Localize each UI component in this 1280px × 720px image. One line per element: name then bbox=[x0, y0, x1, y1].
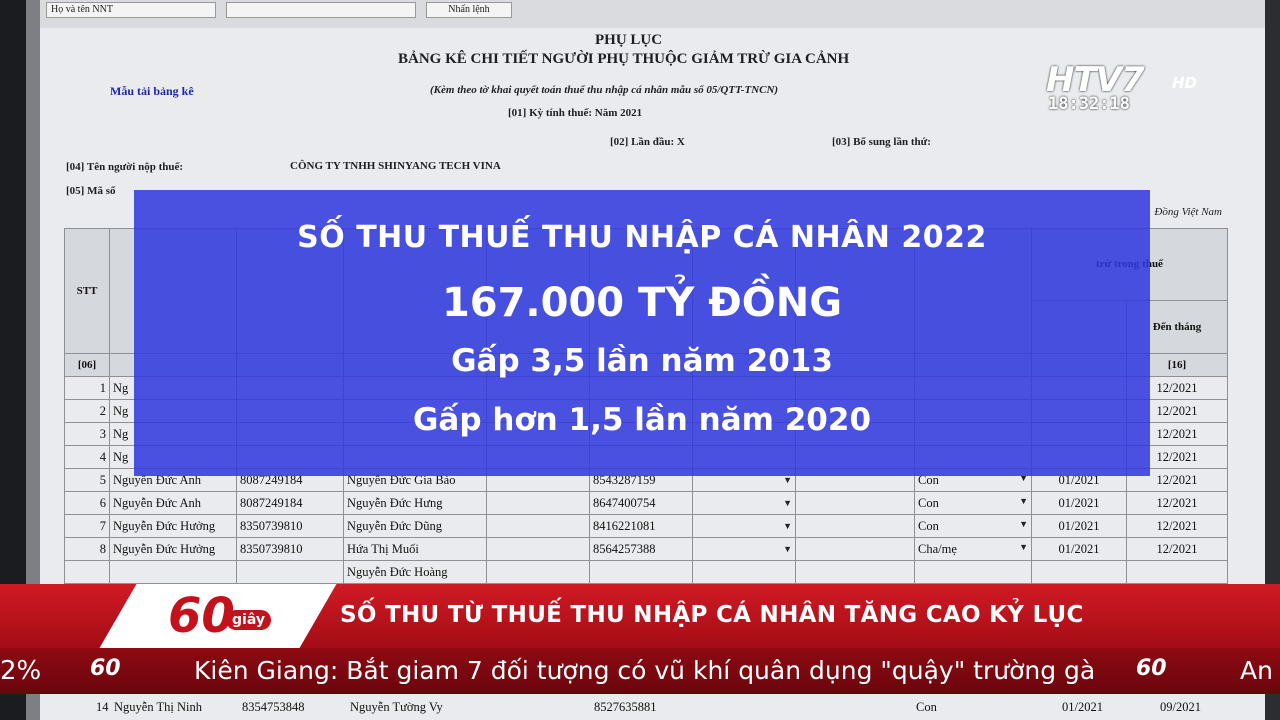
news-ticker: 2% 60 Kiên Giang: Bắt giam 7 đối tượng c… bbox=[0, 648, 1280, 694]
header-stt: STT bbox=[64, 228, 110, 354]
program-unit: giây bbox=[226, 610, 271, 630]
headline-overlay: SỐ THU THUẾ THU NHẬP CÁ NHÂN 2022 167.00… bbox=[134, 190, 1150, 476]
tax-period: [01] Kỳ tính thuế: Năm 2021 bbox=[508, 107, 643, 119]
relationship-select[interactable]: Cha/mẹ ▼ bbox=[914, 537, 1032, 561]
first-time-flag: [02] Lần đầu: X bbox=[610, 136, 685, 148]
dropdown-cell[interactable]: ▼ bbox=[692, 491, 796, 515]
dropdown-arrow-icon[interactable]: ▼ bbox=[783, 475, 792, 485]
ticker-text: Kiên Giang: Bắt giam 7 đối tượng có vũ k… bbox=[194, 656, 1096, 685]
tax-code-label: [05] Mã số bbox=[66, 185, 116, 197]
document-title: PHỤ LỤC bbox=[595, 32, 663, 48]
overlay-title: SỐ THU THUẾ THU NHẬP CÁ NHÂN 2022 bbox=[297, 220, 987, 255]
search-input[interactable] bbox=[226, 2, 416, 18]
ticker-prev-fragment: 2% bbox=[0, 656, 42, 686]
taxpayer-name: CÔNG TY TNHH SHINYANG TECH VINA bbox=[290, 160, 501, 172]
currency-label: Đồng Việt Nam bbox=[1154, 206, 1222, 218]
taxpayer-name-label: [04] Tên người nộp thuế: bbox=[66, 161, 184, 173]
dropdown-arrow-icon[interactable]: ▼ bbox=[783, 544, 792, 554]
dropdown-arrow-icon[interactable]: ▼ bbox=[783, 498, 792, 508]
dropdown-arrow-icon[interactable]: ▼ bbox=[1019, 496, 1028, 506]
program-logo-icon: 60 bbox=[168, 588, 235, 644]
dropdown-cell[interactable]: ▼ bbox=[692, 537, 796, 561]
taxpayer-select[interactable]: Họ và tên NNT bbox=[46, 2, 216, 18]
overlay-comparison-2020: Gấp hơn 1,5 lần năm 2020 bbox=[412, 402, 872, 438]
template-link[interactable]: Mẫu tải bảng kê bbox=[110, 84, 194, 99]
program-badge: 60 giây bbox=[99, 580, 337, 650]
news-headline: SỐ THU TỪ THUẾ THU NHẬP CÁ NHÂN TĂNG CAO… bbox=[340, 602, 1084, 628]
table-row-bottom: 14 Nguyễn Thị Ninh 8354753848 Nguyễn Tườ… bbox=[96, 700, 1201, 714]
dropdown-arrow-icon[interactable]: ▼ bbox=[1019, 519, 1028, 529]
ticker-next-fragment: An bbox=[1240, 656, 1273, 685]
table-row: 6 Nguyễn Đức Anh 8087249184 Nguyễn Đức Hưng… bbox=[64, 491, 1228, 515]
supplement-flag: [03] Bổ sung lần thứ: bbox=[832, 136, 931, 148]
document-toolbar bbox=[40, 0, 1270, 28]
dropdown-arrow-icon[interactable]: ▼ bbox=[1019, 542, 1028, 552]
ticker-logo-icon: 60 bbox=[90, 656, 121, 681]
overlay-amount: 167.000 TỶ ĐỒNG bbox=[441, 280, 843, 326]
document-subtitle: BẢNG KÊ CHI TIẾT NGƯỜI PHỤ THUỘC GIẢM TR… bbox=[398, 51, 850, 67]
dropdown-cell[interactable]: ▼ bbox=[692, 514, 796, 538]
ticker-logo-icon: 60 bbox=[1136, 656, 1167, 681]
attachment-note: (Kèm theo tờ khai quyết toán thuế thu nh… bbox=[430, 84, 779, 96]
submit-button[interactable]: Nhấn lệnh bbox=[426, 2, 512, 18]
table-row: 7 Nguyễn Đức Hưởng 8350739810 Nguyễn Đức Dũ… bbox=[64, 514, 1228, 538]
broadcast-clock: 18:32:18 bbox=[1048, 94, 1130, 114]
relationship-select[interactable]: Con ▼ bbox=[914, 491, 1032, 515]
table-row: 8 Nguyễn Đức Hưởng 8350739810 Hứa Thị Muối 8… bbox=[64, 537, 1228, 561]
relationship-select[interactable]: Con ▼ bbox=[914, 514, 1032, 538]
code-06: [06] bbox=[64, 353, 110, 377]
dropdown-arrow-icon[interactable]: ▼ bbox=[783, 521, 792, 531]
hd-badge: HD bbox=[1172, 74, 1198, 92]
overlay-comparison-2013: Gấp 3,5 lần năm 2013 bbox=[451, 343, 833, 379]
